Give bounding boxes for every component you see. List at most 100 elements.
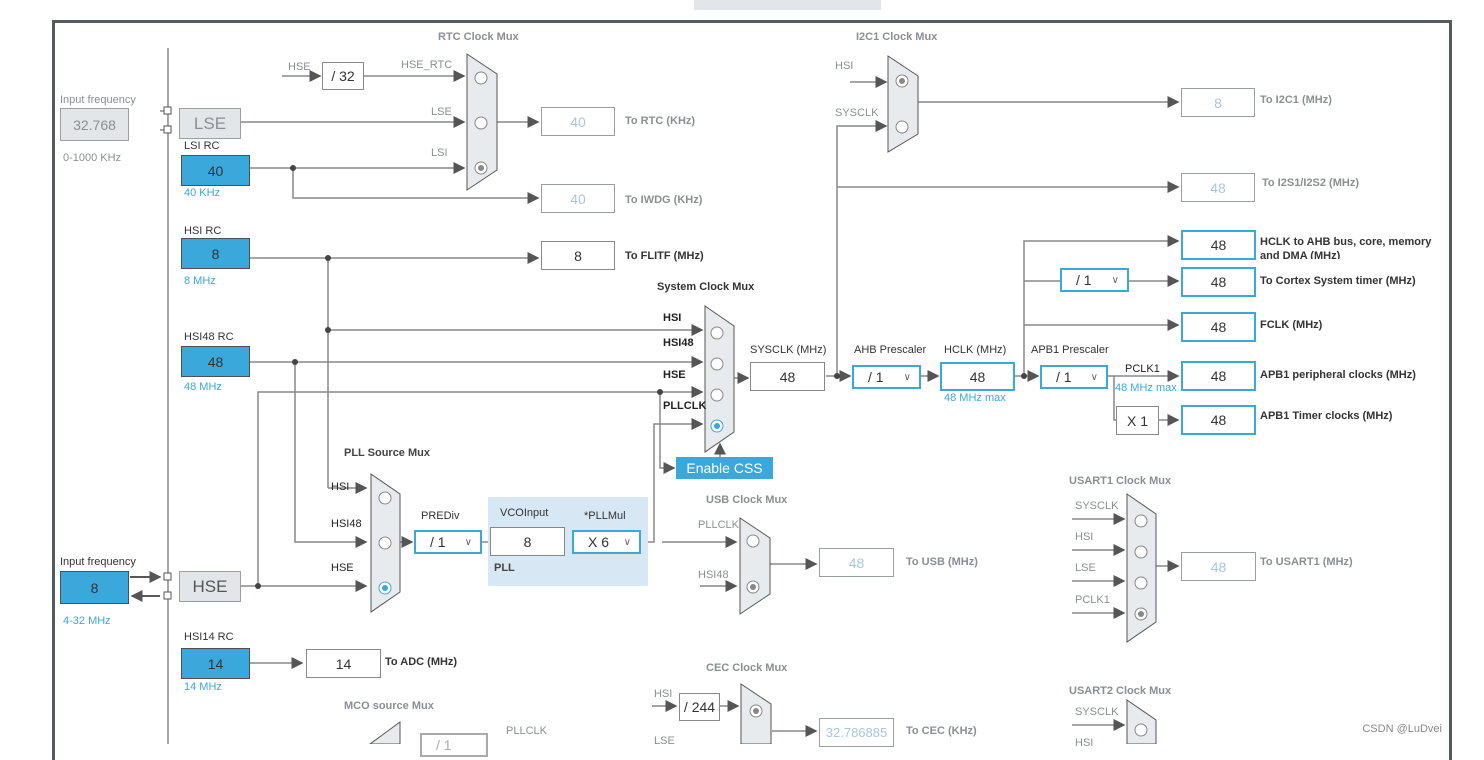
apb1-timer-output-label: APB1 Timer clocks (MHz) [1260,410,1393,422]
ahb-prescaler-label: AHB Prescaler [854,344,927,356]
hclk-label: HCLK (MHz) [944,344,1007,356]
usart1-mux-title: USART1 Clock Mux [1069,475,1172,487]
hsi14-value: 14 [181,648,250,679]
apb1-prescaler-select[interactable]: / 1 ∨ [1040,365,1108,389]
sysclk-value: 48 [750,362,825,391]
enable-css-button[interactable]: Enable CSS [676,457,773,479]
hsi48-unit: 48 MHz [184,381,222,393]
usb-output-label: To USB (MHz) [906,556,978,568]
cec-output-value: 32.786885 [819,718,894,747]
lsi-title: LSI RC [184,140,220,152]
adc-output-value: 14 [306,649,381,678]
fclk-output-label: FCLK (MHz) [1260,319,1323,331]
usart1-input-hsi: HSI [1075,531,1094,543]
ahb-prescaler-value: / 1 [868,369,884,385]
rtc-output-value: 40 [541,107,615,136]
cortex-output-label: To Cortex System timer (MHz) [1260,275,1416,287]
i2c1-mux-shape [887,55,919,153]
sysclk-label: SYSCLK (MHz) [750,344,827,356]
chevron-down-icon: ∨ [1090,372,1098,383]
cortex-divider-value: / 1 [1076,272,1092,288]
hsi14-title: HSI14 RC [184,631,234,643]
sys-input-pllclk: PLLCLK [663,400,707,412]
lse-input-frequency[interactable]: 32.768 [60,108,129,141]
usart1-output-value: 48 [1181,552,1256,581]
rtc-input-lse: LSE [431,106,452,118]
usb-input-hsi48: HSI48 [698,569,729,581]
usb-output-value: 48 [819,548,894,577]
sys-mux-title: System Clock Mux [657,281,755,293]
usb-mux-shape [739,517,771,615]
usart1-output-label: To USART1 (MHz) [1260,556,1353,568]
apb1-prescaler-label: APB1 Prescaler [1031,344,1109,356]
iwdg-output-label: To IWDG (KHz) [625,194,703,206]
mco-input-pllclk: PLLCLK [506,725,547,737]
hclk-value[interactable]: 48 [940,362,1015,391]
usart2-mux-shape [1126,699,1157,744]
chevron-down-icon: ∨ [903,372,911,383]
flitf-output-label: To FLITF (MHz) [625,250,704,262]
mco-divider-select[interactable]: / 1 [420,733,488,757]
lse-block[interactable]: LSE [179,108,241,139]
cec-hsi-divider: / 244 [679,693,720,721]
ahb-prescaler-select[interactable]: / 1 ∨ [852,365,921,389]
iwdg-output-value: 40 [541,184,615,213]
rtc-input-hse-rtc: HSE_RTC [401,59,453,71]
apb1-timer-output-value[interactable]: 48 [1181,405,1256,435]
apb1-periph-output-value[interactable]: 48 [1181,361,1256,391]
hse-range: 4-32 MHz [63,615,111,627]
prediv-value: / 1 [430,534,446,550]
cec-mux-title: CEC Clock Mux [706,662,788,674]
rtc-mux-title: RTC Clock Mux [438,31,519,43]
mco-mux-shape [369,721,401,744]
chevron-down-icon: ∨ [1111,275,1119,286]
sys-input-hsi48: HSI48 [663,337,694,349]
usb-input-pllclk: PLLCLK [698,519,739,531]
i2c1-output-value: 8 [1181,88,1255,117]
flitf-output-value: 8 [541,241,615,270]
usart1-input-pclk1: PCLK1 [1075,594,1110,606]
apb1-prescaler-value: / 1 [1056,369,1072,385]
pll-input-hsi48: HSI48 [331,518,362,530]
lse-range: 0-1000 KHz [63,152,122,164]
chevron-down-icon: ∨ [464,537,472,548]
pllmul-select[interactable]: X 6 ∨ [572,530,641,554]
pll-name: PLL [494,562,515,574]
hsi-title: HSI RC [184,225,222,237]
hclk-ahb-output-value[interactable]: 48 [1181,230,1256,260]
sys-input-hsi: HSI [663,312,682,324]
rtc-output-label: To RTC (KHz) [625,115,696,127]
cortex-output-value[interactable]: 48 [1181,267,1256,297]
i2c1-output-label: To I2C1 (MHz) [1260,94,1332,106]
hsi48-title: HSI48 RC [184,331,234,343]
pllmul-label: *PLLMul [584,510,626,522]
i2s-output-label: To I2S1/I2S2 (MHz) [1262,177,1359,189]
hclk-max: 48 MHz max [944,392,1006,404]
usb-mux-title: USB Clock Mux [706,494,788,506]
prediv-select[interactable]: / 1 ∨ [414,530,482,554]
usart2-input-hsi: HSI [1075,737,1094,749]
lse-input-title: Input frequency [60,94,136,106]
rtc-hse-divider: / 32 [322,62,364,90]
hse-block[interactable]: HSE [179,571,241,602]
pll-input-hse: HSE [331,562,354,574]
vco-input-value: 8 [490,527,565,556]
hsi-unit: 8 MHz [184,275,216,287]
vco-input-label: VCOInput [500,507,549,519]
chevron-down-icon: ∨ [623,537,631,548]
i2s-output-value: 48 [1181,173,1255,202]
fclk-output-value[interactable]: 48 [1181,312,1256,342]
i2c1-input-hsi: HSI [835,60,854,72]
usart2-input-sysclk: SYSCLK [1075,706,1119,718]
usart1-input-lse: LSE [1075,562,1096,574]
adc-output-label: To ADC (MHz) [385,656,458,668]
pclk1-label: PCLK1 [1125,363,1160,375]
watermark: CSDN @LuDvei [1362,723,1442,735]
prediv-label: PREDiv [421,510,460,522]
hsi48-value: 48 [181,346,250,377]
cec-output-label: To CEC (KHz) [906,725,977,737]
cortex-timer-divider-select[interactable]: / 1 ∨ [1060,268,1129,292]
hse-input-title: Input frequency [60,556,136,568]
hclk-ahb-output-label: HCLK to AHB bus, core, memory and DMA (M… [1260,236,1432,259]
hse-input-frequency[interactable]: 8 [60,571,129,604]
